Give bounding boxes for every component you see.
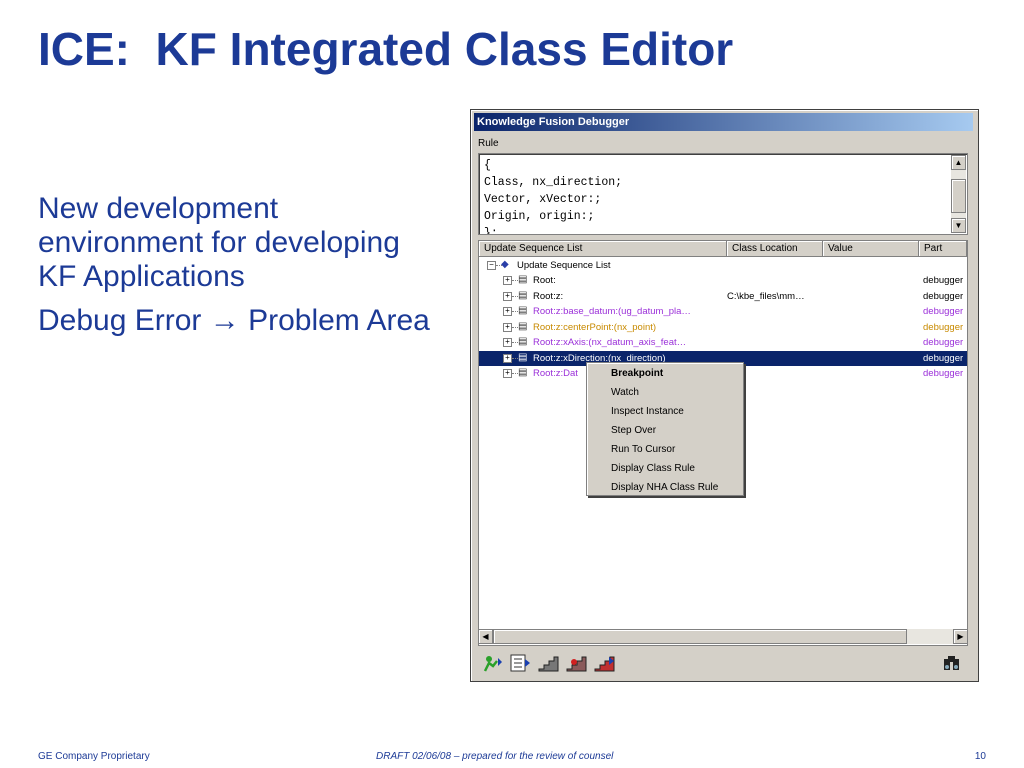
table-row[interactable]: + ▤ Root: debugger [479,273,967,288]
row-name[interactable]: Root:z:base_datum:(ug_datum_pla… [533,304,691,319]
table-row[interactable]: + ▤ Root:z:centerPoint:(nx_point) debugger [479,320,967,335]
expand-icon[interactable]: + [503,338,512,347]
instance-icon: ▤ [518,305,528,316]
expand-icon[interactable]: + [503,291,512,301]
row-name[interactable]: Root:z: [533,289,563,304]
row-part: debugger [923,337,964,348]
horizontal-scroll-thumb[interactable] [493,629,907,644]
step-icon[interactable] [536,651,560,674]
instance-icon: ▤ [518,289,528,301]
vertical-scrollbar[interactable]: ▲ ▼ [951,155,966,233]
expand-icon[interactable]: + [503,307,512,316]
step-into-icon[interactable] [564,651,588,674]
collapse-icon[interactable]: − [487,261,496,270]
column-header-location[interactable]: Class Location [727,241,823,257]
bullet-text: Problem Area [239,304,430,337]
expand-icon[interactable]: + [503,353,512,363]
sequence-icon: ◆ [501,259,509,270]
context-menu: Breakpoint Watch Inspect Instance Step Over… [586,362,744,496]
context-menu-items: Breakpoint Watch Inspect Instance Step Over… [587,364,743,497]
row-part: debugger [923,290,964,302]
row-name[interactable]: Root:z:centerPoint:(nx_point) [533,320,656,335]
horizontal-scrollbar[interactable]: ◀ ▶ [478,629,968,644]
row-name[interactable]: Root:z:Dat [533,366,578,381]
instance-icon: ▤ [518,336,528,347]
run-icon[interactable] [480,651,504,674]
row-part: debugger [923,306,964,317]
menu-item-display-nha-class-rule[interactable]: Display NHA Class Rule [587,478,743,497]
scroll-down-icon[interactable]: ▼ [951,218,966,233]
step-out-icon[interactable] [592,651,616,674]
scroll-thumb[interactable] [951,179,966,213]
table-row[interactable]: + ▤ Root:z:base_datum:(ug_datum_pla… debugg… [479,304,967,319]
instance-icon: ▤ [518,351,528,363]
row-name[interactable]: Root: [533,273,556,288]
footer-center: DRAFT 02/06/08 – prepared for the review… [376,751,614,762]
scroll-left-icon[interactable]: ◀ [478,629,493,644]
rule-editor[interactable]: { Class, nx_direction; Vector, xVector:;… [478,153,968,235]
bullet-item: New development environment for developi… [38,192,400,293]
instance-icon: ▤ [518,274,528,285]
row-part: debugger [923,275,964,286]
column-header-value[interactable]: Value [823,241,919,257]
footer-left: GE Company Proprietary [38,751,150,762]
right-arrow-icon: → [209,304,240,337]
scroll-right-icon[interactable]: ▶ [953,629,968,644]
instance-icon: ▤ [518,367,528,378]
expand-icon[interactable]: + [503,276,512,285]
menu-item-inspect-instance[interactable]: Inspect Instance [587,402,743,421]
row-location: C:\kbe_files\mm… [727,290,805,302]
step-list-icon[interactable] [508,651,532,674]
menu-item-run-to-cursor[interactable]: Run To Cursor [587,440,743,459]
expand-icon[interactable]: + [503,369,512,378]
root-label[interactable]: Update Sequence List [517,258,610,273]
row-part: debugger [923,321,964,333]
menu-item-step-over[interactable]: Step Over [587,421,743,440]
bullet-item: Debug Error → Problem Area [38,304,438,338]
instance-icon: ▤ [518,320,528,332]
row-name[interactable]: Root:z:xAxis:(nx_datum_axis_feat… [533,335,686,350]
find-icon[interactable] [940,651,964,674]
table-row[interactable]: + ▤ Root:z:xAxis:(nx_datum_axis_feat… debug… [479,335,967,350]
expand-icon[interactable]: + [503,322,512,332]
tree-root[interactable]: − ◆ Update Sequence List [479,258,967,273]
row-part: debugger [923,368,964,379]
column-header-part[interactable]: Part [919,241,967,257]
menu-item-display-class-rule[interactable]: Display Class Rule [587,459,743,478]
slide-title: ICE: KF Integrated Class Editor [38,23,734,75]
window-title: Knowledge Fusion Debugger [474,113,973,131]
menu-item-watch[interactable]: Watch [587,383,743,402]
scroll-up-icon[interactable]: ▲ [951,155,966,170]
row-part: debugger [923,352,964,364]
menu-item-breakpoint[interactable]: Breakpoint [587,364,743,383]
rule-code[interactable]: { Class, nx_direction; Vector, xVector:;… [484,157,622,234]
debugger-toolbar [478,650,968,676]
bullet-list: New development environment for developi… [38,192,438,348]
table-row[interactable]: + ▤ Root:z: C:\kbe_files\mm… debugger [479,289,967,304]
bullet-text: Debug Error [38,304,210,337]
rule-label: Rule [478,138,499,149]
column-header-sequence[interactable]: Update Sequence List [479,241,727,257]
page-number: 10 [974,751,986,762]
